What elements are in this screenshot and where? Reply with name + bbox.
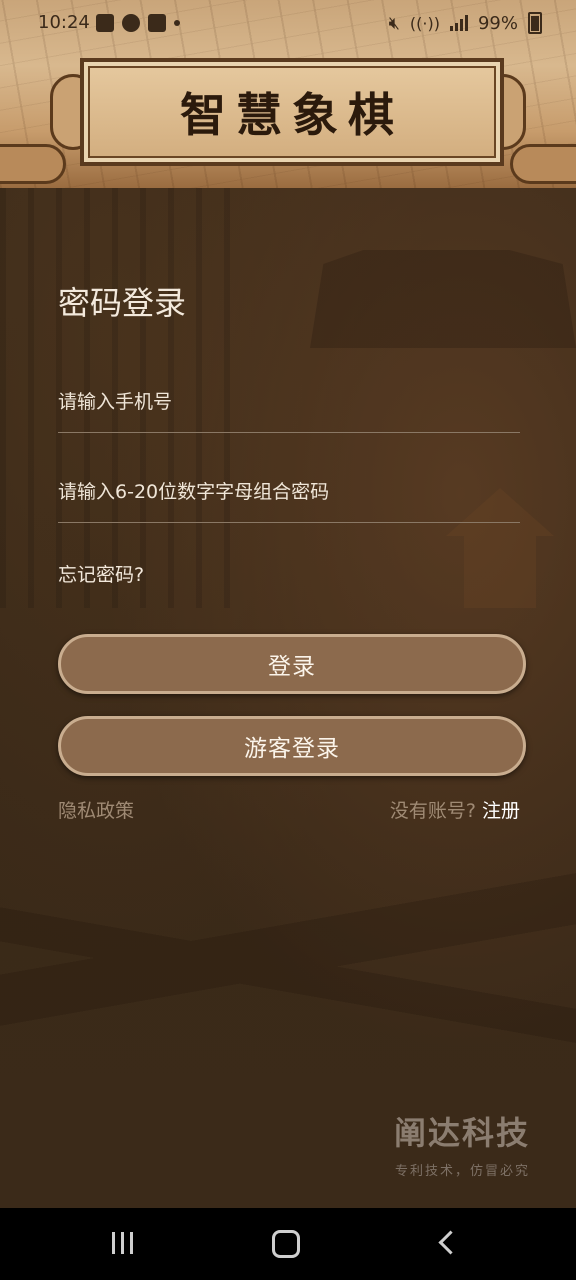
no-account-label: 没有账号? [389,800,476,822]
cloud-ornament-left [0,144,66,184]
password-field[interactable] [58,462,520,523]
app-header: 10:24 🔇︎ ((·)) 99% 智慧象棋 [0,0,576,188]
brand-name: 阐达科技 [393,1114,530,1152]
guest-login-button[interactable]: 游客登录 [58,716,526,776]
cloud-ornament-right [510,144,576,184]
dot-icon [174,20,180,26]
status-bar: 10:24 🔇︎ ((·)) 99% [0,0,576,48]
mute-icon: 🔇︎ [388,12,400,34]
login-button[interactable]: 登录 [58,634,526,694]
title-banner: 智慧象棋 [50,58,526,166]
back-icon[interactable] [438,1230,463,1255]
phone-input[interactable] [58,372,520,432]
register-link[interactable]: 注册 [482,800,520,822]
notification-icons [96,14,180,32]
brand-watermark: 阐达科技 专利技术，仿冒必究 [394,1108,530,1179]
phone-field[interactable] [58,372,520,433]
privacy-policy-link[interactable]: 隐私政策 [58,796,134,823]
status-time: 10:24 [38,12,90,33]
login-title: 密码登录 [58,284,187,322]
battery-icon [528,12,542,34]
great-wall-illustration [0,838,576,1078]
register-row: 没有账号? 注册 [390,796,520,823]
login-panel: 密码登录 忘记密码? 登录 游客登录 隐私政策 没有账号? 注册 阐达科技 专利… [0,188,576,1208]
brand-slogan: 专利技术，仿冒必究 [394,1164,530,1179]
wifi-icon: ((·)) [409,13,440,33]
checkbox-icon [148,14,166,32]
chat-icon [122,14,140,32]
home-icon[interactable] [272,1230,300,1258]
recent-apps-icon[interactable] [112,1232,138,1256]
system-nav-bar [0,1208,576,1280]
title-plate: 智慧象棋 [80,58,504,166]
signal-icon [449,15,468,31]
forgot-password-link[interactable]: 忘记密码? [58,560,144,587]
password-input[interactable] [58,462,520,522]
gallery-icon [96,14,114,32]
battery-percent: 99% [477,12,518,34]
palace-illustration [310,215,576,348]
app-title: 智慧象棋 [180,88,404,142]
system-icons: 🔇︎ ((·)) 99% [389,12,542,34]
